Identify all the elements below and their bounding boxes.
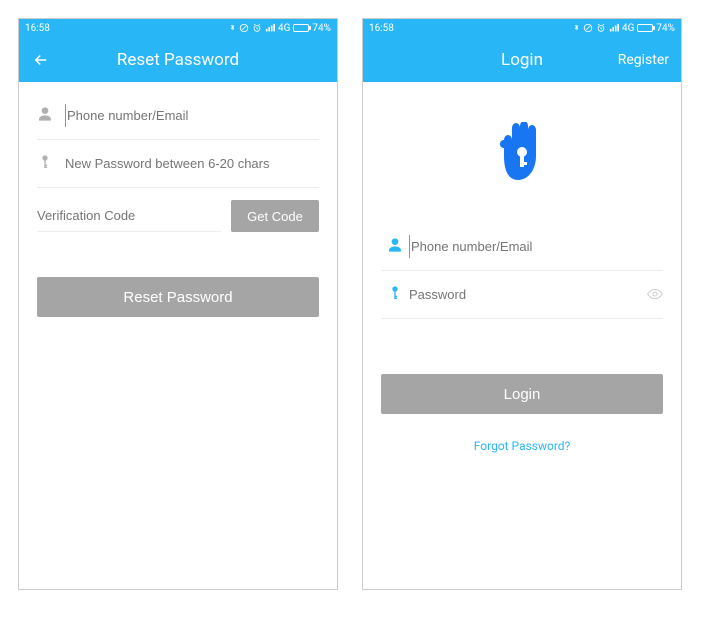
- hand-key-icon: [496, 122, 548, 184]
- status-icons: 4G 74%: [229, 23, 331, 34]
- bluetooth-icon: [229, 23, 236, 33]
- alarm-icon: [252, 23, 262, 33]
- reset-password-button[interactable]: Reset Password: [37, 277, 319, 317]
- status-bar: 16:58 4G 74%: [363, 19, 681, 37]
- battery-icon: [637, 24, 653, 32]
- login-form: Login Forgot Password?: [363, 82, 681, 589]
- status-time: 16:58: [25, 23, 50, 34]
- status-bar: 16:58 4G 74%: [19, 19, 337, 37]
- phone-field-row: [381, 223, 663, 271]
- user-icon: [381, 237, 409, 257]
- user-icon: [37, 106, 65, 126]
- key-icon: [381, 285, 409, 305]
- register-link[interactable]: Register: [618, 52, 669, 68]
- get-code-button[interactable]: Get Code: [231, 200, 319, 232]
- phone-field-row: [37, 92, 319, 140]
- status-net: 4G: [622, 23, 634, 34]
- alarm-icon: [596, 23, 606, 33]
- forgot-password-link[interactable]: Forgot Password?: [381, 439, 663, 453]
- key-icon: [37, 154, 65, 174]
- verification-code-input[interactable]: [37, 200, 221, 232]
- reset-form: Get Code Reset Password: [19, 82, 337, 589]
- status-net: 4G: [278, 23, 290, 34]
- status-battery: 74%: [312, 23, 331, 34]
- toggle-password-visibility[interactable]: [647, 285, 663, 304]
- login-screen: 16:58 4G 74% Login Register: [362, 18, 682, 590]
- app-bar: Login Register: [363, 37, 681, 82]
- bluetooth-icon: [573, 23, 580, 33]
- dnd-icon: [583, 23, 593, 33]
- phone-email-input[interactable]: [409, 235, 663, 258]
- status-time: 16:58: [369, 23, 394, 34]
- password-input[interactable]: [409, 283, 647, 306]
- app-bar: Reset Password: [19, 37, 337, 82]
- battery-icon: [293, 24, 309, 32]
- back-button[interactable]: [31, 50, 51, 70]
- new-password-input[interactable]: [65, 152, 319, 175]
- phone-email-input[interactable]: [65, 104, 319, 127]
- signal-icon: [609, 23, 619, 33]
- dnd-icon: [239, 23, 249, 33]
- verification-row: Get Code: [37, 200, 319, 232]
- page-title: Login: [501, 50, 543, 70]
- reset-password-screen: 16:58 4G 74% Reset Password: [18, 18, 338, 590]
- arrow-left-icon: [32, 51, 50, 69]
- password-field-row: [37, 140, 319, 188]
- page-title: Reset Password: [117, 50, 239, 70]
- status-battery: 74%: [656, 23, 675, 34]
- app-logo: [496, 122, 548, 188]
- status-icons: 4G 74%: [573, 23, 675, 34]
- signal-icon: [265, 23, 275, 33]
- login-button[interactable]: Login: [381, 374, 663, 414]
- eye-icon: [647, 288, 663, 300]
- password-field-row: [381, 271, 663, 319]
